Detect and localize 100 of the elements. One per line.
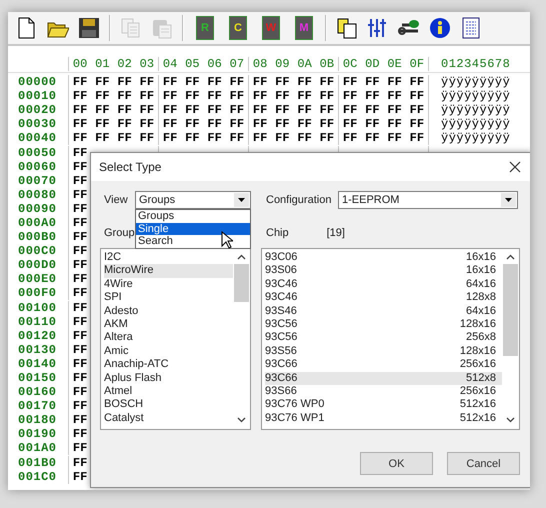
hex-byte: FF (68, 89, 92, 104)
list-row-highlight[interactable]: 93C66 512x8 (265, 372, 502, 385)
chip-name[interactable]: 93C46 (265, 278, 298, 292)
row-offset: 00090 (17, 202, 58, 216)
hex-byte: FF (408, 103, 426, 118)
row-offset: 00130 (17, 342, 58, 357)
cancel-button[interactable]: Cancel (447, 452, 520, 475)
chip-name[interactable]: 93C76 WP0 (265, 398, 324, 412)
scroll-down-icon[interactable] (237, 417, 246, 423)
hex-byte: FF (206, 103, 223, 118)
hex-byte: FF (248, 117, 272, 132)
column-header: 0D (364, 57, 381, 71)
chip-name[interactable]: 93S06 (265, 264, 297, 278)
row-offset: 00180 (17, 413, 58, 428)
chip-name[interactable]: 93C56 (265, 318, 298, 332)
hex-byte: FF (364, 131, 381, 146)
dropdown[interactable]: 1-EEPROM (338, 191, 518, 209)
hex-byte: FF (296, 75, 313, 90)
menu-option[interactable]: Search (136, 235, 250, 248)
menu-option[interactable]: Groups (136, 210, 250, 222)
chip-name[interactable]: 93C56 (265, 331, 298, 345)
column-header: 0F (408, 57, 426, 71)
hex-byte: FF (318, 89, 336, 104)
hex-byte: FF (138, 75, 156, 90)
hex-byte: FF (206, 131, 223, 146)
hex-byte: FF (296, 103, 313, 118)
ascii-text: ÿÿÿÿÿÿÿÿÿ (441, 89, 510, 104)
hex-byte: FF (158, 117, 182, 132)
chip-name[interactable]: 93S66 (265, 384, 297, 398)
chip-name[interactable]: 93C46 (265, 291, 298, 305)
list-item[interactable]: Aplus Flash (104, 372, 233, 385)
chip-name[interactable]: 93C66 (265, 358, 298, 372)
clipboard-icon[interactable] (336, 17, 358, 39)
list-item[interactable]: Atmel (104, 384, 233, 398)
scroll-up-icon[interactable] (237, 254, 246, 260)
scrollbar-thumb[interactable] (503, 264, 518, 356)
row-offset: 00070 (17, 174, 58, 188)
hex-byte: FF (184, 103, 201, 118)
list-item[interactable]: MicroWire (104, 264, 233, 278)
hex-byte: FF (408, 131, 426, 146)
list-item[interactable]: Amic (104, 344, 233, 358)
sliders-icon[interactable] (367, 17, 389, 39)
hex-byte: FF (248, 103, 272, 118)
list-item[interactable]: Altera (104, 331, 233, 345)
hex-byte: FF (248, 75, 272, 90)
hex-byte: FF (228, 103, 246, 118)
column-header: 012345678 (441, 57, 510, 71)
chip-name[interactable]: 93C06 (265, 251, 298, 264)
chip-button[interactable]: C (229, 16, 247, 40)
list-item[interactable]: BOSCH (104, 398, 233, 412)
hex-byte: FF (274, 117, 291, 132)
close-icon[interactable] (509, 161, 521, 173)
chip-name[interactable]: 93S46 (265, 304, 297, 318)
scrollbar-thumb[interactable] (234, 264, 249, 302)
list-item[interactable]: I2C (104, 251, 233, 264)
row-offset: 00040 (17, 131, 58, 146)
hex-byte: FF (386, 75, 403, 90)
list-item[interactable]: SPI (104, 291, 233, 305)
hex-byte: FF (408, 75, 426, 90)
hex-byte: FF (94, 89, 111, 104)
list-item[interactable]: 4Wire (104, 278, 233, 292)
hex-byte: FF (338, 75, 362, 90)
hex-byte: FF (338, 131, 362, 146)
hex-byte: FF (158, 75, 182, 90)
dropdown[interactable]: Groups (135, 191, 251, 209)
row-offset: 00170 (17, 399, 58, 414)
hex-byte: FF (228, 75, 246, 90)
chip-name[interactable]: 93C76 WP1 (265, 412, 324, 426)
row-offset: 00120 (17, 328, 58, 343)
chip-size: 64x16 (466, 278, 496, 292)
list-item[interactable]: Catalyst (104, 412, 233, 426)
hex-byte: FF (364, 103, 381, 118)
chip-name[interactable]: 93C66 (265, 372, 298, 385)
scroll-down-icon[interactable] (506, 417, 515, 423)
chip-name[interactable]: 93S56 (265, 344, 297, 358)
column-header: 01 (94, 57, 111, 71)
column-header: 07 (228, 57, 246, 71)
ok-button[interactable]: OK (360, 452, 433, 475)
info-icon[interactable] (429, 17, 451, 39)
hex-byte: FF (206, 75, 223, 90)
scroll-up-icon[interactable] (506, 254, 515, 260)
list-item[interactable]: Anachip-ATC (104, 358, 233, 372)
ascii-text: ÿÿÿÿÿÿÿÿÿ (441, 131, 510, 146)
document-icon[interactable] (460, 17, 482, 39)
hex-byte: FF (94, 117, 111, 132)
hex-byte: FF (138, 103, 156, 118)
hex-byte: FF (68, 103, 92, 118)
column-header: 0E (386, 57, 403, 71)
hex-byte: FF (68, 75, 92, 90)
row-offset: 001B0 (17, 456, 58, 470)
hex-byte: FF (116, 117, 133, 132)
hex-byte: FF (138, 89, 156, 104)
hex-byte: FF (318, 131, 336, 146)
hex-byte: FF (386, 89, 403, 104)
list-item[interactable]: AKM (104, 318, 233, 332)
hex-byte: FF (158, 131, 182, 146)
list-item[interactable]: Adesto (104, 304, 233, 318)
field-label: View (103, 194, 129, 206)
hex-byte: FF (116, 103, 133, 118)
menu-option[interactable]: Single (136, 222, 250, 235)
